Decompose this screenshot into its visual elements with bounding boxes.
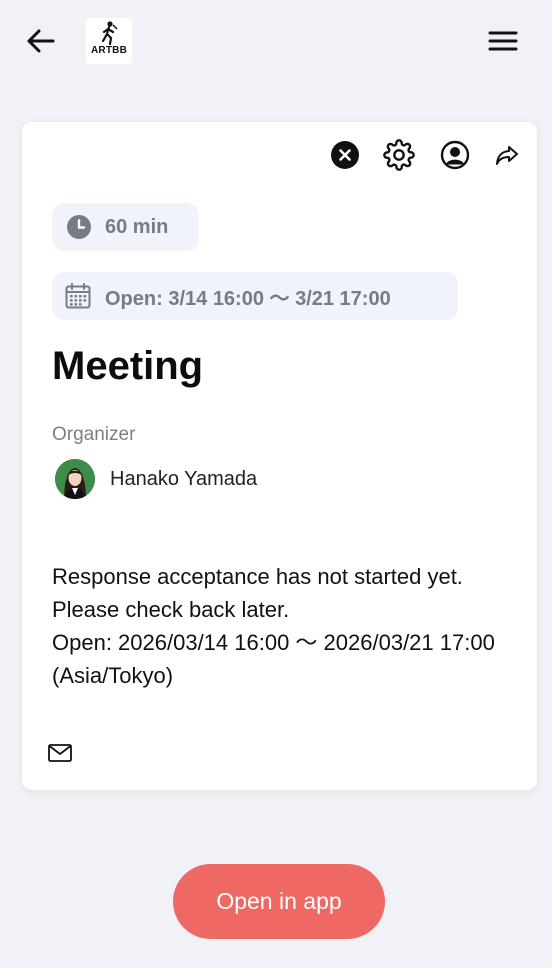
top-bar: ARTBB <box>0 0 552 84</box>
organizer-name: Hanako Yamada <box>110 467 258 490</box>
back-button[interactable] <box>22 24 58 58</box>
open-period-text: Open: 3/14 16:00 〜 3/21 17:00 <box>105 287 391 310</box>
status-message-text: Response acceptance has not started yet.… <box>52 564 495 688</box>
duration-badge: 60 min <box>52 203 199 251</box>
open-in-app-button[interactable]: Open in app <box>173 864 385 939</box>
event-title: Meeting <box>52 344 204 388</box>
organizer-label: Organizer <box>52 424 136 445</box>
logo-figure-icon <box>101 21 118 45</box>
mail-icon <box>48 744 72 762</box>
mail-button[interactable] <box>48 744 74 764</box>
open-period-badge: Open: 3/14 16:00 〜 3/21 17:00 <box>52 272 458 320</box>
event-card: 60 min Open: 3/14 16:00 〜 3/21 17:00 Mee… <box>22 122 537 790</box>
clock-icon <box>66 214 92 240</box>
status-message: Response acceptance has not started yet.… <box>52 560 512 692</box>
avatar <box>55 459 95 499</box>
close-circle-icon <box>331 141 359 169</box>
organizer-row: Hanako Yamada <box>55 459 257 499</box>
duration-text: 60 min <box>105 215 169 238</box>
app-logo[interactable]: ARTBB <box>86 18 132 64</box>
close-button[interactable] <box>328 138 362 172</box>
logo-text: ARTBB <box>91 45 127 56</box>
menu-button[interactable] <box>486 26 520 56</box>
share-button[interactable] <box>490 138 524 172</box>
gear-icon <box>383 139 415 171</box>
calendar-icon <box>64 282 92 310</box>
user-circle-icon <box>440 140 470 170</box>
hamburger-menu-icon <box>488 31 518 51</box>
settings-button[interactable] <box>382 138 416 172</box>
arrow-left-icon <box>27 29 55 53</box>
share-arrow-icon <box>496 146 518 165</box>
profile-button[interactable] <box>438 138 472 172</box>
